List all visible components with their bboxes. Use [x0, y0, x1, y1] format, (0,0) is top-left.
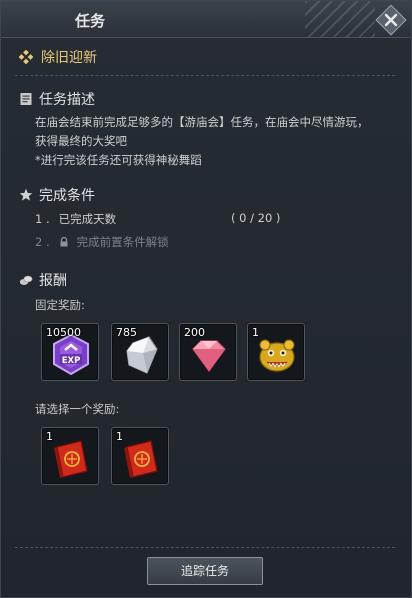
reward-slot-lion[interactable]: 1: [247, 323, 305, 381]
track-quest-button[interactable]: 追踪任务: [147, 557, 263, 585]
condition-item: 1 . 已完成天数 ( 0 / 20 ): [35, 211, 280, 227]
close-button[interactable]: [375, 4, 407, 36]
red-book-icon: [124, 440, 158, 478]
quest-window: 任务 除旧迎新 任务描述 在庙会结束前完成足够多的【游庙会】任务，在庙会中尽情游…: [0, 0, 412, 598]
coins-icon: [19, 275, 33, 285]
exp-icon: EXP: [53, 333, 89, 376]
reward-slot-crystal[interactable]: 785: [111, 323, 169, 381]
condition-text: 已完成天数: [58, 212, 117, 226]
svg-text:EXP: EXP: [62, 356, 81, 366]
title-decoration: [305, 1, 375, 37]
reward-quantity: 785: [116, 326, 137, 339]
silver-crystal-icon: [126, 336, 158, 374]
rewards-heading: 报酬: [39, 273, 67, 289]
reward-quantity: 1: [116, 430, 123, 443]
window-title: 任务: [75, 12, 106, 30]
golden-lion-icon: [259, 339, 295, 372]
document-icon: [20, 93, 32, 105]
reward-quantity: 200: [184, 326, 205, 339]
condition-item-locked: 2 . 完成前置条件解锁: [35, 234, 169, 250]
close-icon: [384, 13, 398, 27]
rewards-section-title: 报酬: [19, 270, 67, 290]
choice-reward-slot[interactable]: 1: [41, 427, 99, 485]
fixed-rewards-label: 固定奖励:: [35, 298, 85, 312]
description-section-title: 任务描述: [19, 89, 95, 109]
reward-quantity: 1: [252, 326, 259, 339]
description-line: 在庙会结束前完成足够多的【游庙会】任务，在庙会中尽情游玩，: [35, 115, 369, 129]
quest-diamond-icon: [19, 50, 33, 64]
quest-name: 除旧迎新: [41, 50, 97, 66]
condition-progress: ( 0 / 20 ): [231, 211, 281, 225]
reward-slot-exp[interactable]: EXP 10500: [41, 323, 99, 381]
condition-text: 完成前置条件解锁: [76, 235, 169, 249]
conditions-heading: 完成条件: [39, 188, 95, 204]
title-bar[interactable]: 任务: [1, 1, 411, 38]
reward-slot-gem[interactable]: 200: [179, 323, 237, 381]
lock-icon: [60, 237, 68, 247]
choice-rewards-label: 请选择一个奖励:: [35, 402, 120, 416]
pink-gem-icon: [192, 340, 226, 373]
divider: [15, 547, 395, 548]
choice-reward-slot[interactable]: 1: [111, 427, 169, 485]
description-line: 获得最终的大奖吧: [35, 134, 127, 148]
reward-quantity: 10500: [46, 326, 81, 339]
description-line: *进行完该任务还可获得神秘舞蹈: [35, 153, 202, 167]
star-icon: [19, 188, 33, 201]
reward-quantity: 1: [46, 430, 53, 443]
description-heading: 任务描述: [39, 92, 95, 108]
description-text: 在庙会结束前完成足够多的【游庙会】任务，在庙会中尽情游玩， 获得最终的大奖吧 *…: [35, 113, 395, 170]
conditions-section-title: 完成条件: [19, 185, 95, 205]
condition-number: 2 .: [35, 235, 50, 249]
divider: [15, 75, 395, 76]
condition-number: 1 .: [35, 212, 50, 226]
red-book-icon: [54, 440, 88, 478]
